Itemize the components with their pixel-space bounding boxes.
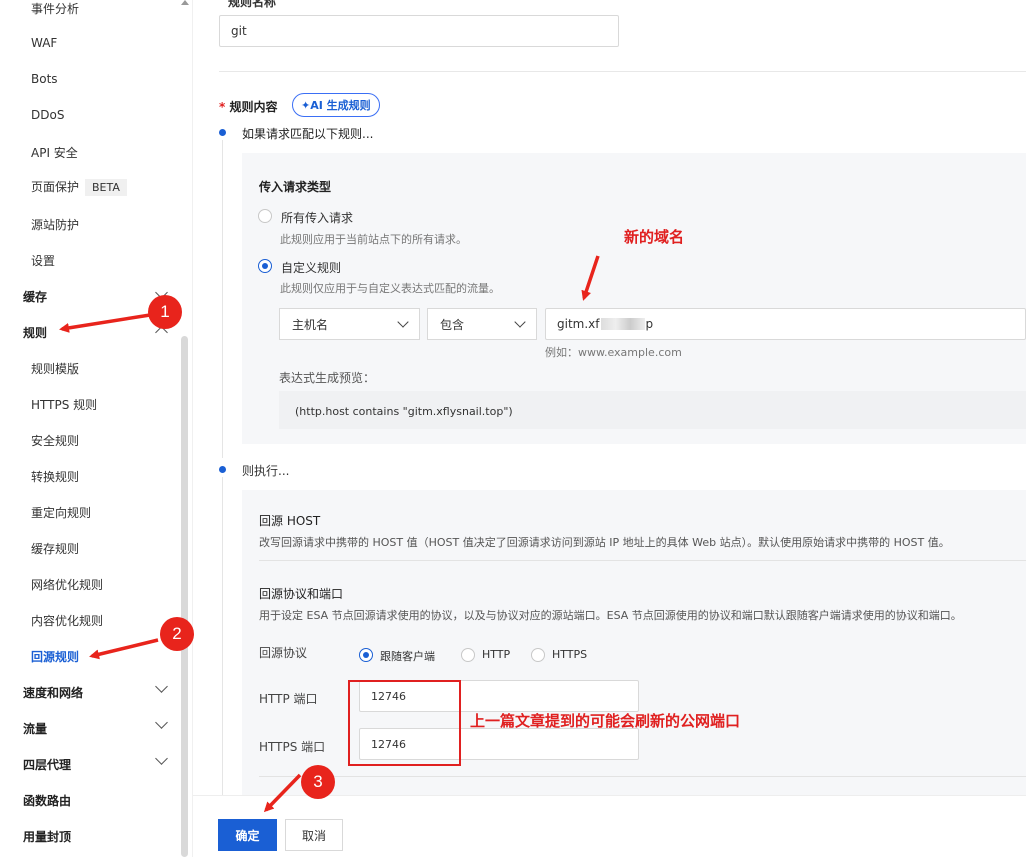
value-example: 例如：www.example.com — [545, 346, 682, 359]
radio-https[interactable] — [531, 648, 545, 662]
option-http[interactable]: HTTP — [482, 648, 510, 661]
sidebar-item-redirect-rules[interactable]: 重定向规则 — [31, 504, 91, 521]
annotation-new-domain: 新的域名 — [624, 228, 685, 246]
if-match-label: 如果请求匹配以下规则... — [242, 127, 374, 141]
sidebar-item-waf[interactable]: WAF — [31, 36, 57, 50]
operator-select[interactable]: 包含 — [427, 308, 537, 340]
annotation-step-2: 2 — [160, 617, 194, 651]
timeline-line — [222, 477, 223, 795]
sidebar-item-bots[interactable]: Bots — [31, 72, 58, 86]
origin-protocol-desc: 用于设定 ESA 节点回源请求使用的协议，以及与协议对应的源站端口。ESA 节点… — [259, 609, 962, 622]
origin-protocol-title: 回源协议和端口 — [259, 587, 344, 601]
http-port-label: HTTP 端口 — [259, 692, 318, 706]
all-requests-label[interactable]: 所有传入请求 — [281, 209, 353, 226]
sidebar-item-rule-templates[interactable]: 规则模版 — [31, 360, 79, 377]
origin-host-desc: 改写回源请求中携带的 HOST 值（HOST 值决定了回源请求访问到源站 IP … — [259, 536, 950, 549]
annotation-port-box — [348, 680, 461, 766]
divider — [259, 560, 1026, 561]
annotation-step-1: 1 — [148, 295, 182, 329]
sidebar-item-ddos[interactable]: DDoS — [31, 108, 64, 122]
custom-rule-label[interactable]: 自定义规则 — [281, 259, 341, 276]
sidebar-item-settings[interactable]: 设置 — [31, 252, 55, 269]
sidebar-group-usage-cap[interactable]: 用量封顶 — [23, 828, 71, 845]
sidebar-item-cache-rules[interactable]: 缓存规则 — [31, 540, 79, 557]
field-select[interactable]: 主机名 — [279, 308, 420, 340]
preview-expression: (http.host contains "gitm.xflysnail.top"… — [295, 405, 513, 418]
ai-generate-button[interactable]: ✦AI 生成规则 — [292, 93, 380, 117]
rule-name-input[interactable]: git — [219, 15, 619, 47]
annotation-port-note: 上一篇文章提到的可能会刷新的公网端口 — [470, 712, 741, 730]
option-https[interactable]: HTTPS — [552, 648, 587, 661]
sidebar-item-network-rules[interactable]: 网络优化规则 — [31, 576, 103, 593]
sidebar-item-page-protection[interactable]: 页面保护 BETA — [31, 178, 127, 196]
option-follow-client[interactable]: 跟随客户端 — [380, 648, 435, 664]
sidebar-group-rules[interactable]: 规则 — [23, 324, 47, 341]
beta-badge: BETA — [85, 179, 127, 196]
sidebar-item-content-rules[interactable]: 内容优化规则 — [31, 612, 103, 629]
origin-host-title: 回源 HOST — [259, 514, 321, 528]
radio-custom-rule[interactable] — [258, 259, 272, 273]
sidebar-group-cache[interactable]: 缓存 — [23, 288, 47, 305]
radio-follow-client[interactable] — [359, 648, 373, 662]
main-content: 规则名称 git * 规则内容 ✦AI 生成规则 如果请求匹配以下规则... 传… — [193, 0, 1026, 857]
divider — [219, 71, 1026, 72]
sidebar-item-https-rules[interactable]: HTTPS 规则 — [31, 396, 97, 413]
sidebar-item-api-security[interactable]: API 安全 — [31, 144, 78, 161]
sparkle-icon: ✦ — [301, 99, 311, 112]
required-mark: * — [219, 100, 226, 114]
sidebar-scrollbar[interactable] — [181, 336, 188, 857]
chevron-down-icon[interactable] — [155, 680, 168, 693]
chevron-down-icon — [397, 316, 409, 328]
confirm-button[interactable]: 确定 — [218, 819, 277, 851]
chevron-down-icon[interactable] — [155, 716, 168, 729]
radio-http[interactable] — [461, 648, 475, 662]
sidebar-item-origin-protection[interactable]: 源站防护 — [31, 216, 79, 233]
step-dot — [219, 129, 226, 136]
sidebar-item-origin-rules[interactable]: 回源规则 — [31, 648, 79, 665]
rule-content-label: * 规则内容 — [219, 100, 278, 114]
chevron-down-icon[interactable] — [155, 752, 168, 765]
scroll-up-icon[interactable] — [181, 0, 189, 5]
incoming-type-title: 传入请求类型 — [259, 180, 332, 194]
sidebar: 事件分析 WAF Bots DDoS API 安全 页面保护 BETA 源站防护 … — [0, 0, 193, 857]
https-port-label: HTTPS 端口 — [259, 740, 326, 754]
then-label: 则执行... — [242, 464, 290, 478]
sidebar-item-security-rules[interactable]: 安全规则 — [31, 432, 79, 449]
sidebar-group-function-routing[interactable]: 函数路由 — [23, 792, 71, 809]
step-dot — [219, 466, 226, 473]
all-requests-desc: 此规则应用于当前站点下的所有请求。 — [280, 233, 467, 246]
timeline-line — [222, 140, 223, 458]
cancel-button[interactable]: 取消 — [285, 819, 343, 851]
sidebar-item-transform-rules[interactable]: 转换规则 — [31, 468, 79, 485]
annotation-step-3: 3 — [301, 765, 335, 799]
custom-rule-desc: 此规则仅应用于与自定义表达式匹配的流量。 — [280, 282, 500, 295]
divider — [259, 776, 1026, 777]
rule-name-label: 规则名称 — [228, 0, 277, 9]
sidebar-item-event-analysis[interactable]: 事件分析 — [31, 0, 79, 17]
sidebar-item-label: 页面保护 — [31, 180, 80, 194]
sidebar-group-speed[interactable]: 速度和网络 — [23, 684, 83, 701]
protocol-label: 回源协议 — [259, 646, 308, 660]
chevron-down-icon — [514, 316, 526, 328]
radio-all-requests[interactable] — [258, 209, 272, 223]
sidebar-group-traffic[interactable]: 流量 — [23, 720, 47, 737]
host-value-input[interactable]: gitm.xf p — [545, 308, 1026, 340]
sidebar-group-l4-proxy[interactable]: 四层代理 — [23, 756, 71, 773]
preview-label: 表达式生成预览： — [279, 371, 376, 385]
blurred-region — [600, 318, 645, 330]
